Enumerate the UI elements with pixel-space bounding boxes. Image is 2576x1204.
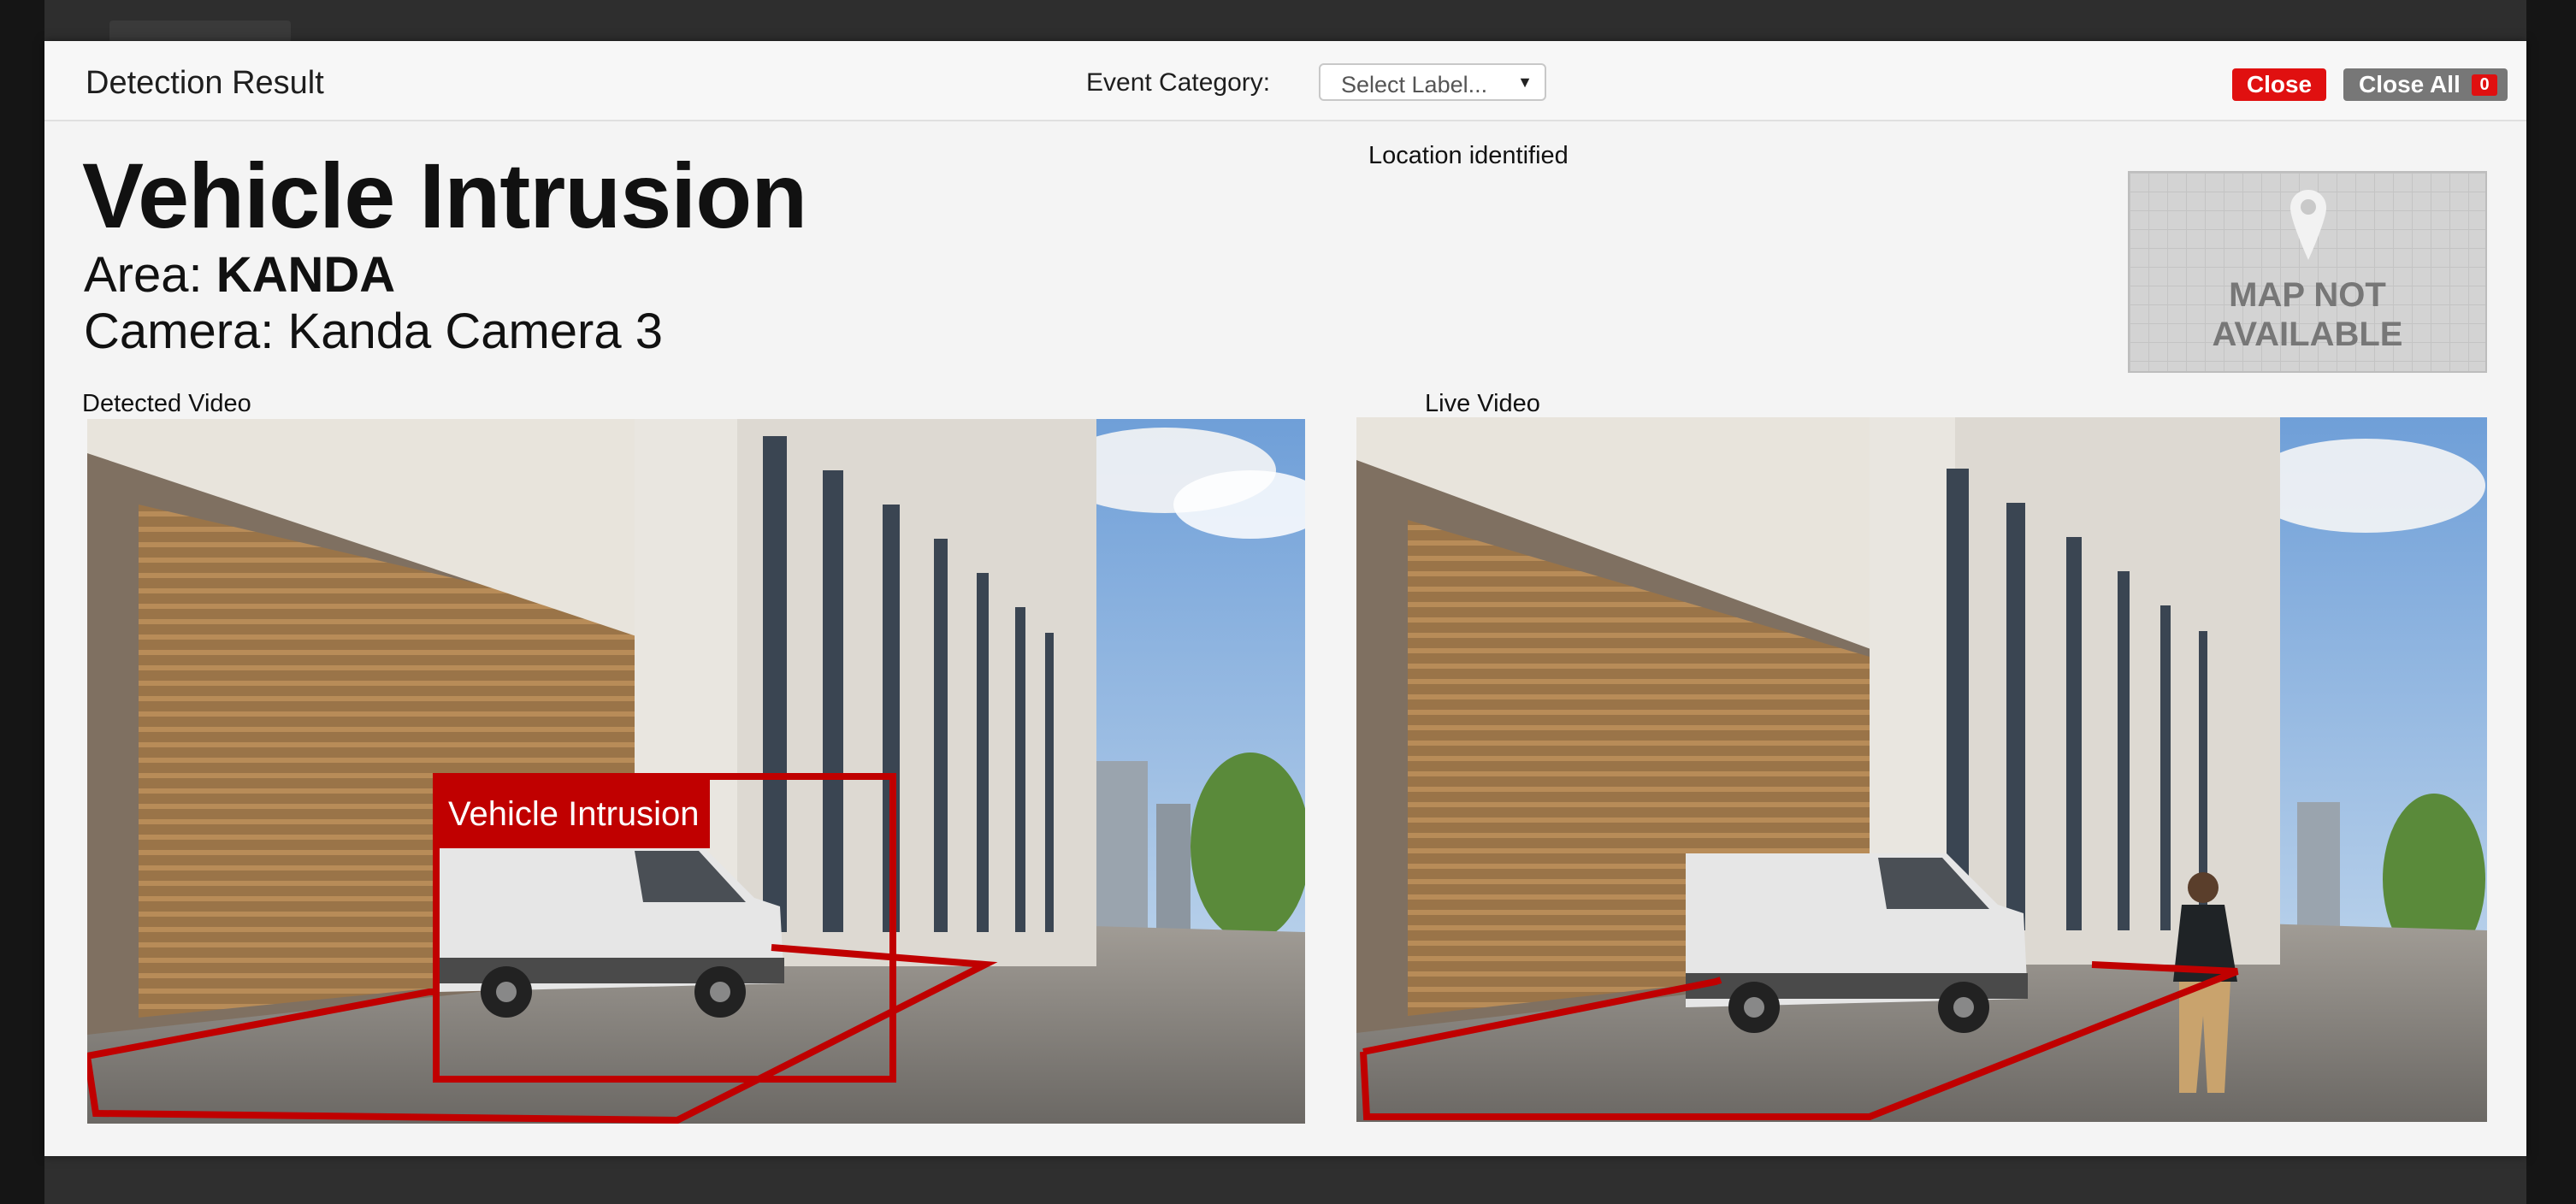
live-video-frame bbox=[1356, 417, 2487, 1122]
detected-video-frame: Vehicle Intrusion bbox=[87, 419, 1305, 1124]
detected-video-label: Detected Video bbox=[82, 390, 251, 417]
detection-result-modal: Detection Result Event Category: Select … bbox=[44, 41, 2526, 1156]
close-all-button[interactable]: Close All 0 bbox=[2343, 68, 2508, 101]
caret-down-icon: ▼ bbox=[1517, 74, 1533, 91]
area-prefix: Area: bbox=[84, 247, 203, 303]
backdrop-right bbox=[2526, 0, 2576, 1204]
area-line: Area: KANDA bbox=[84, 246, 395, 304]
backdrop-top bbox=[44, 0, 2526, 43]
detected-video-player[interactable]: Vehicle Intrusion bbox=[87, 419, 1305, 1124]
map-text-line2: AVAILABLE bbox=[2212, 316, 2403, 353]
area-value: KANDA bbox=[216, 247, 396, 303]
modal-header: Detection Result Event Category: Select … bbox=[44, 41, 2526, 121]
live-video-label: Live Video bbox=[1425, 390, 1540, 417]
map-not-available-text: MAP NOT AVAILABLE bbox=[2130, 275, 2485, 354]
event-title: Vehicle Intrusion bbox=[82, 144, 807, 247]
modal-title: Detection Result bbox=[86, 65, 324, 101]
map-placeholder: MAP NOT AVAILABLE bbox=[2128, 171, 2487, 373]
close-all-label: Close All bbox=[2359, 71, 2461, 97]
map-pin-icon bbox=[2290, 190, 2326, 260]
camera-line: Camera: Kanda Camera 3 bbox=[84, 304, 663, 359]
background-tab bbox=[109, 21, 291, 43]
close-button[interactable]: Close bbox=[2232, 68, 2326, 101]
detection-tag-label: Vehicle Intrusion bbox=[448, 795, 700, 833]
backdrop-bottom bbox=[44, 1156, 2526, 1204]
select-placeholder: Select Label... bbox=[1341, 72, 1488, 97]
event-category-label: Event Category: bbox=[1086, 68, 1271, 97]
map-text-line1: MAP NOT bbox=[2229, 276, 2386, 314]
live-video-player[interactable] bbox=[1356, 417, 2487, 1122]
backdrop-left bbox=[0, 0, 44, 1204]
close-all-count-badge: 0 bbox=[2472, 74, 2497, 96]
event-category-select[interactable]: Select Label... ▼ bbox=[1319, 63, 1546, 101]
location-status: Location identified bbox=[1368, 142, 1569, 169]
